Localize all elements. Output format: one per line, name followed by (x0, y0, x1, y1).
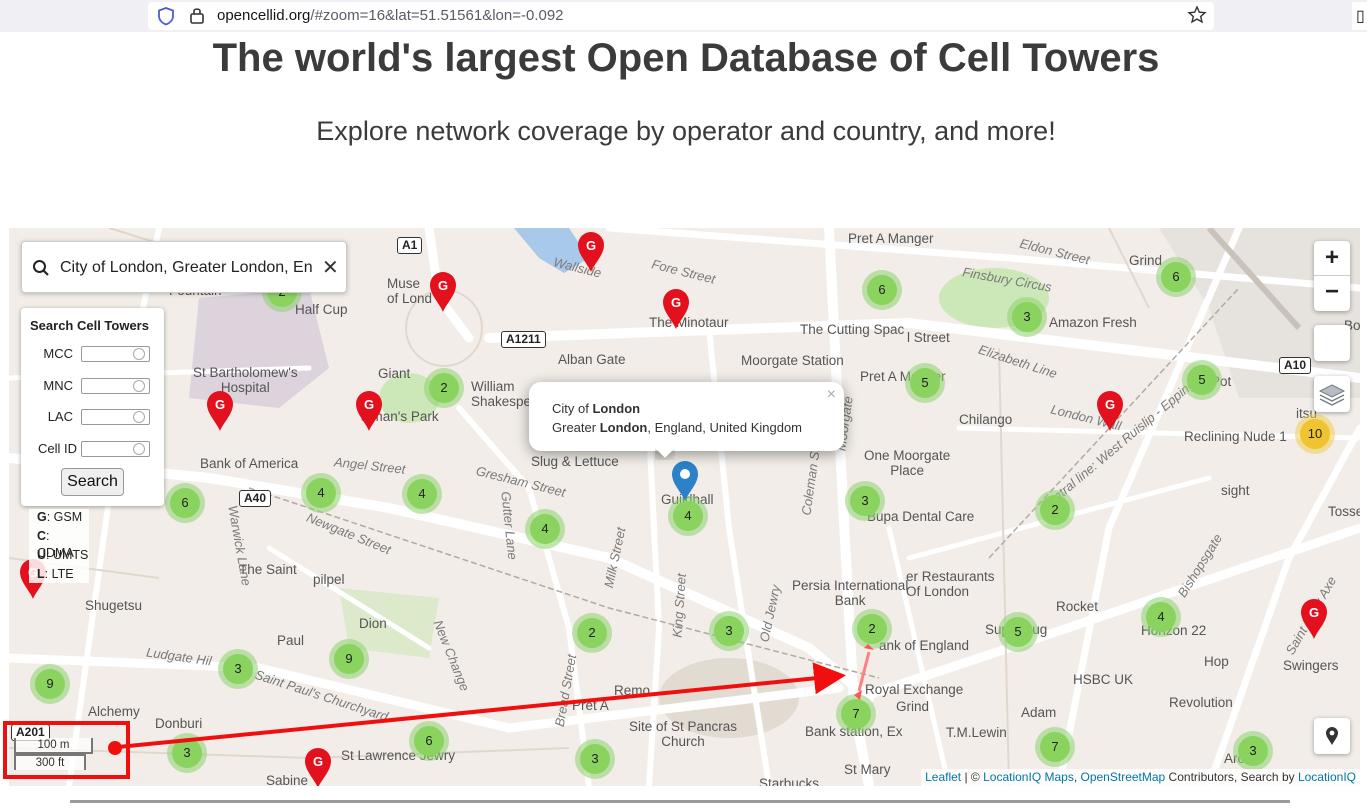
annotation-arrow (117, 662, 846, 749)
annotation-arrows (108, 644, 874, 755)
page-bottom-divider (70, 800, 1290, 803)
annotation-measure-arrow (857, 651, 871, 692)
